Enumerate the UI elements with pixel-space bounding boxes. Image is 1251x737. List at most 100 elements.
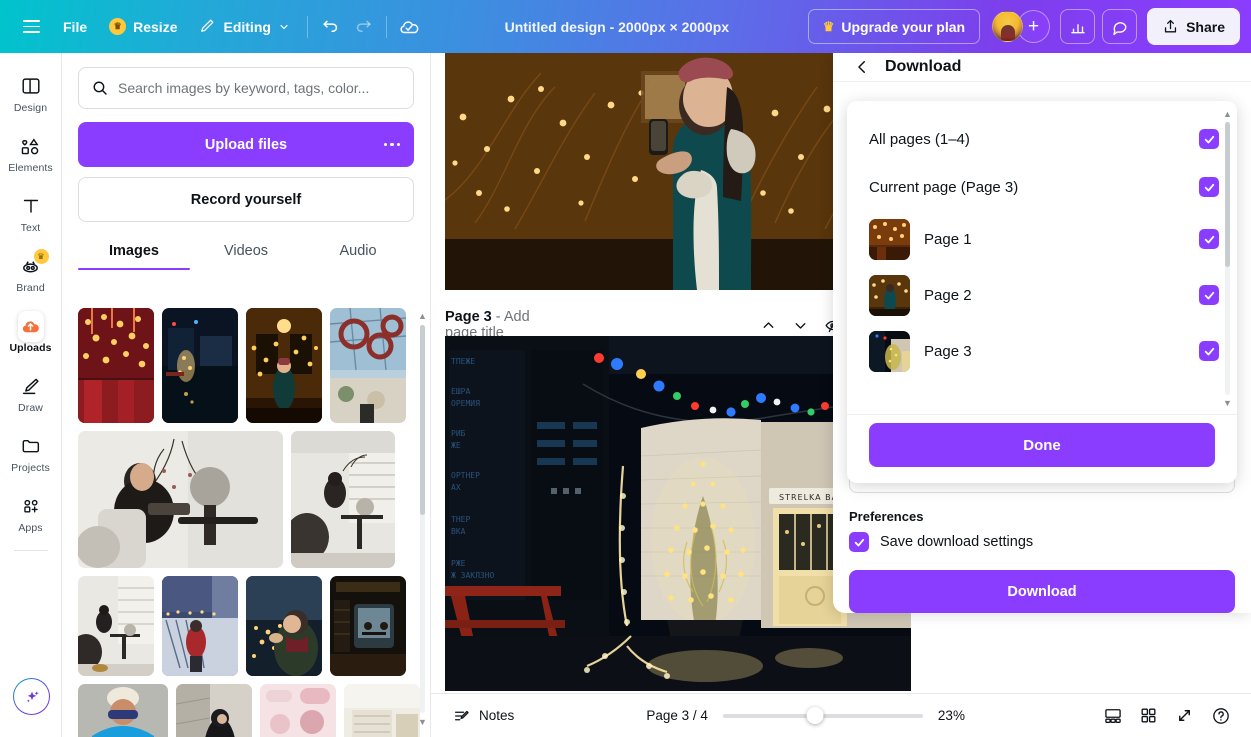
chevron-down-icon[interactable]: ▼ <box>1223 398 1232 408</box>
svg-text:Ж ЗАКЛЗНО: Ж ЗАКЛЗНО <box>451 571 495 580</box>
upload-thumbnail[interactable] <box>162 576 238 676</box>
upload-thumbnail[interactable] <box>176 684 252 737</box>
scrollbar-thumb[interactable] <box>1225 122 1230 267</box>
sidebar-item-elements[interactable]: Elements <box>3 126 59 179</box>
undo-button[interactable] <box>314 10 347 43</box>
upload-thumbnail[interactable] <box>162 308 238 423</box>
crown-icon: ♛ <box>109 18 127 35</box>
sidebar-item-label: Design <box>13 102 48 114</box>
cloud-saved-icon[interactable] <box>393 10 426 43</box>
row-checkbox[interactable] <box>1199 341 1219 361</box>
upload-thumbnail[interactable] <box>330 576 406 676</box>
row-checkbox[interactable] <box>1199 129 1219 149</box>
upload-thumbnail[interactable] <box>344 684 420 737</box>
resize-button[interactable]: ♛ Resize <box>98 10 188 43</box>
upload-thumbnail[interactable] <box>291 431 395 568</box>
search-input[interactable] <box>118 80 401 96</box>
save-settings-checkbox[interactable] <box>849 532 869 552</box>
search-box[interactable] <box>78 67 414 109</box>
upload-thumbnail[interactable] <box>78 431 283 568</box>
dropdown-row-page-2[interactable]: Page 2 <box>847 267 1237 323</box>
chevron-down-icon[interactable]: ▼ <box>418 717 427 727</box>
pages-view-icon[interactable] <box>1096 699 1129 732</box>
tab-audio[interactable]: Audio <box>302 243 414 270</box>
dropdown-row-page-1[interactable]: Page 1 <box>847 211 1237 267</box>
sidebar-item-label: Draw <box>18 402 43 414</box>
panel-scrollbar[interactable]: ▲ ▼ <box>418 311 427 727</box>
grid-row <box>78 431 414 568</box>
editing-mode-button[interactable]: Editing <box>188 10 300 43</box>
share-button[interactable]: Share <box>1147 8 1240 45</box>
dropdown-row-page-3[interactable]: Page 3 <box>847 323 1237 379</box>
uploads-tabs: Images Videos Audio <box>78 243 414 270</box>
row-checkbox[interactable] <box>1199 285 1219 305</box>
row-checkbox[interactable] <box>1199 177 1219 197</box>
upload-thumbnail[interactable] <box>78 576 154 676</box>
upload-thumbnail[interactable] <box>246 576 322 676</box>
notes-button[interactable]: Notes <box>445 701 522 731</box>
preferences-label: Preferences <box>849 509 924 524</box>
comments-button[interactable] <box>1102 9 1138 44</box>
chevron-up-icon[interactable]: ▲ <box>418 311 427 321</box>
avatar[interactable] <box>992 11 1024 42</box>
tab-label: Videos <box>223 243 269 259</box>
row-checkbox[interactable] <box>1199 229 1219 249</box>
save-download-settings-row[interactable]: Save download settings <box>849 532 1235 552</box>
dropdown-row-label: Page 2 <box>924 286 972 304</box>
dropdown-scrollbar[interactable]: ▲ ▼ <box>1223 109 1232 408</box>
upload-thumbnail[interactable] <box>260 684 336 737</box>
tab-images[interactable]: Images <box>78 243 190 270</box>
slider-handle[interactable] <box>806 707 824 724</box>
page-title-separator: - <box>491 309 504 325</box>
zoom-slider[interactable] <box>722 707 923 725</box>
more-options-icon[interactable] <box>383 142 400 147</box>
zoom-controls: Page 3 / 4 23% <box>522 707 1096 725</box>
upload-thumbnail[interactable] <box>78 684 168 737</box>
sidebar-item-label: Projects <box>11 462 50 474</box>
file-menu-button[interactable]: File <box>52 10 98 43</box>
done-button[interactable]: Done <box>869 423 1215 467</box>
sidebar-item-uploads[interactable]: Uploads <box>3 306 59 359</box>
dropdown-row-current-page[interactable]: Current page (Page 3) <box>847 163 1237 211</box>
sidebar-item-draw[interactable]: Draw <box>3 366 59 419</box>
grid-view-icon[interactable] <box>1132 699 1165 732</box>
help-icon[interactable] <box>1204 699 1237 732</box>
sidebar-item-text[interactable]: Text <box>3 186 59 239</box>
download-button-label: Download <box>1007 583 1077 600</box>
check-icon <box>1204 347 1214 355</box>
back-chevron-icon[interactable] <box>851 56 873 78</box>
sidebar-item-brand[interactable]: ♛ Brand <box>3 246 59 299</box>
magic-sparkle-icon[interactable] <box>13 678 50 715</box>
fullscreen-icon[interactable] <box>1168 699 1201 732</box>
insights-button[interactable] <box>1060 9 1096 44</box>
svg-text:РЖЕ: РЖЕ <box>451 559 466 568</box>
resize-label: Resize <box>133 18 178 35</box>
upload-files-button[interactable]: Upload files <box>78 122 414 167</box>
upload-thumbnail[interactable] <box>330 308 406 423</box>
view-controls <box>1096 699 1237 732</box>
chevron-up-icon[interactable]: ▲ <box>1223 109 1232 119</box>
dropdown-row-all-pages[interactable]: All pages (1–4) <box>847 115 1237 163</box>
tab-videos[interactable]: Videos <box>190 243 302 270</box>
file-menu-label: File <box>63 18 88 35</box>
upload-thumbnail[interactable] <box>246 308 322 423</box>
document-title[interactable]: Untitled design - 2000px × 2000px <box>426 19 808 35</box>
check-icon <box>1204 135 1214 143</box>
record-yourself-button[interactable]: Record yourself <box>78 177 414 222</box>
grid-row <box>78 308 414 423</box>
sidebar-item-design[interactable]: Design <box>3 66 59 119</box>
upload-thumbnail[interactable] <box>78 308 154 423</box>
sidebar-item-projects[interactable]: Projects <box>3 426 59 479</box>
scrollbar-thumb[interactable] <box>420 325 425 515</box>
svg-text:ЕШРА: ЕШРА <box>451 387 470 396</box>
redo-button[interactable] <box>347 10 380 43</box>
download-button[interactable]: Download <box>849 570 1235 613</box>
svg-text:ВКА: ВКА <box>451 527 466 536</box>
upgrade-plan-button[interactable]: ♛ Upgrade your plan <box>807 9 981 44</box>
sidebar-item-label: Uploads <box>9 342 52 354</box>
save-settings-label: Save download settings <box>880 534 1034 550</box>
bottom-status-bar: Notes Page 3 / 4 23% <box>431 693 1251 737</box>
hamburger-icon[interactable] <box>10 6 52 48</box>
sidebar-item-apps[interactable]: Apps <box>3 486 59 539</box>
grid-row <box>78 576 414 676</box>
